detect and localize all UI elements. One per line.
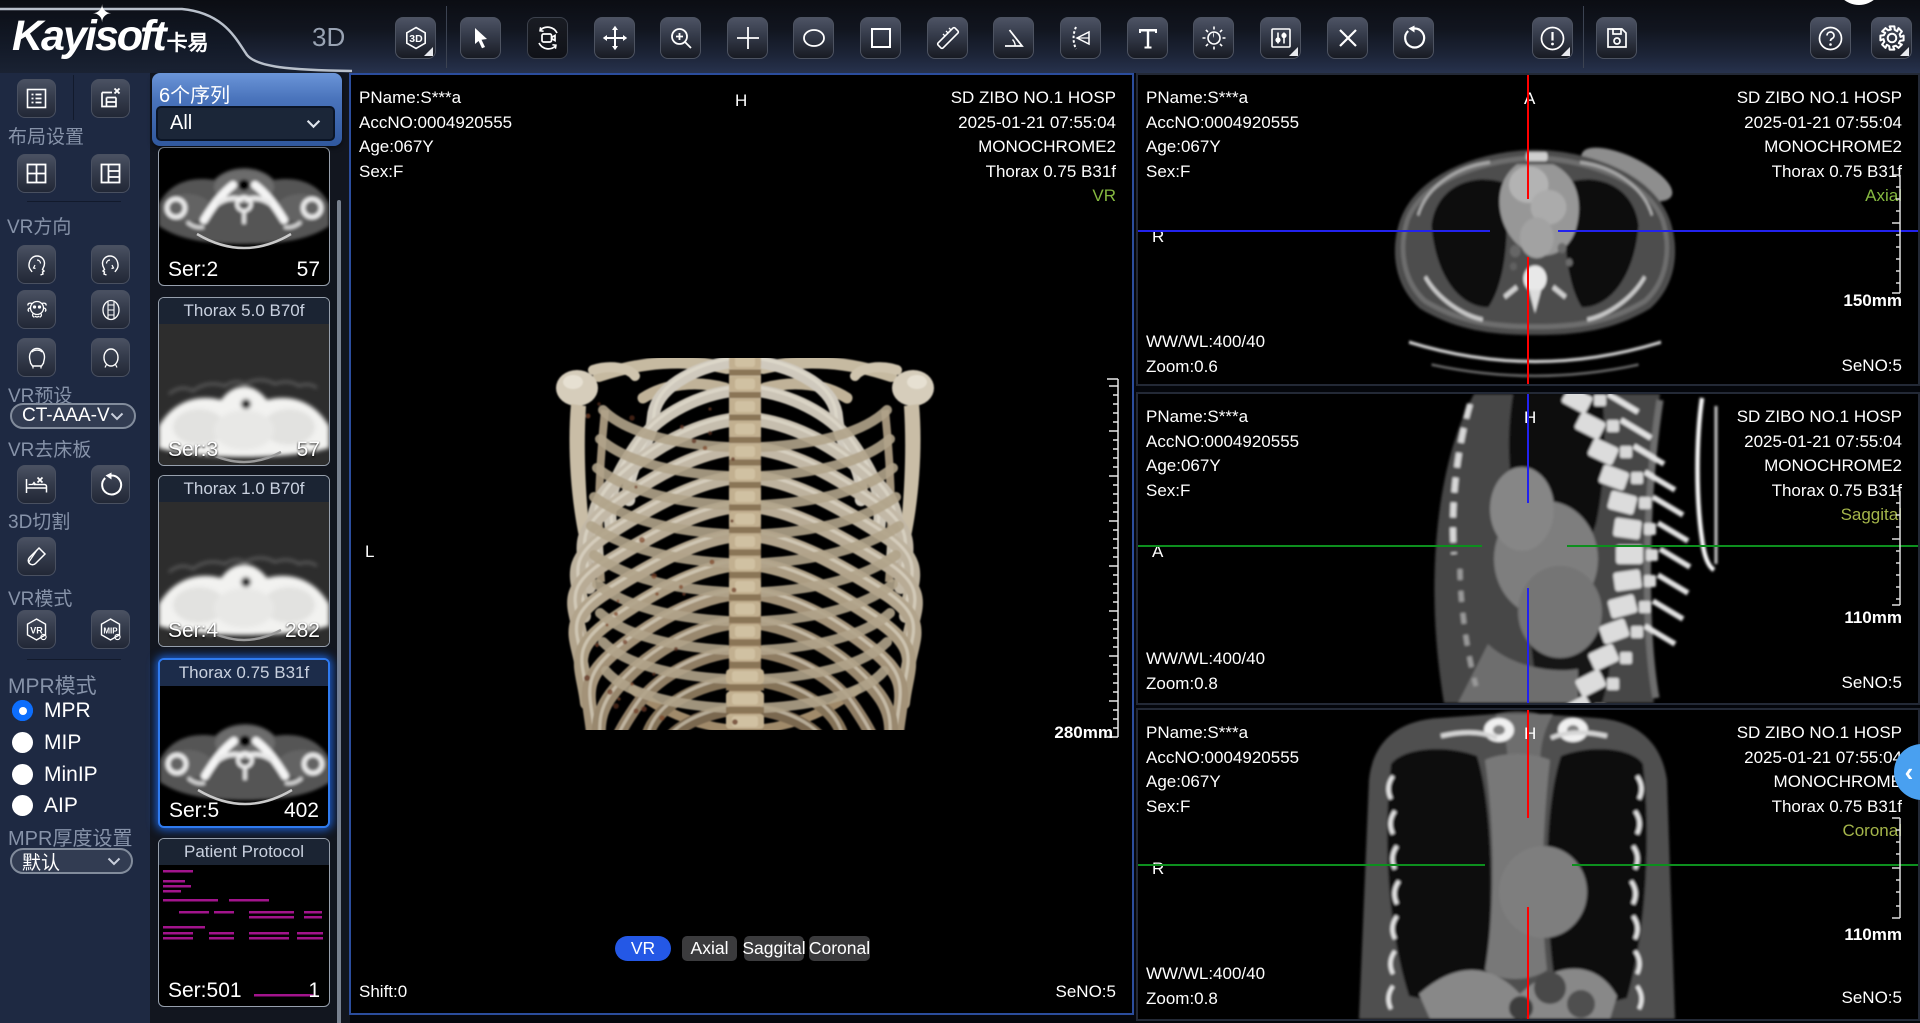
svg-text:3D: 3D xyxy=(409,33,423,45)
svg-text:MIP: MIP xyxy=(103,627,118,636)
svg-text:VR: VR xyxy=(30,626,43,636)
